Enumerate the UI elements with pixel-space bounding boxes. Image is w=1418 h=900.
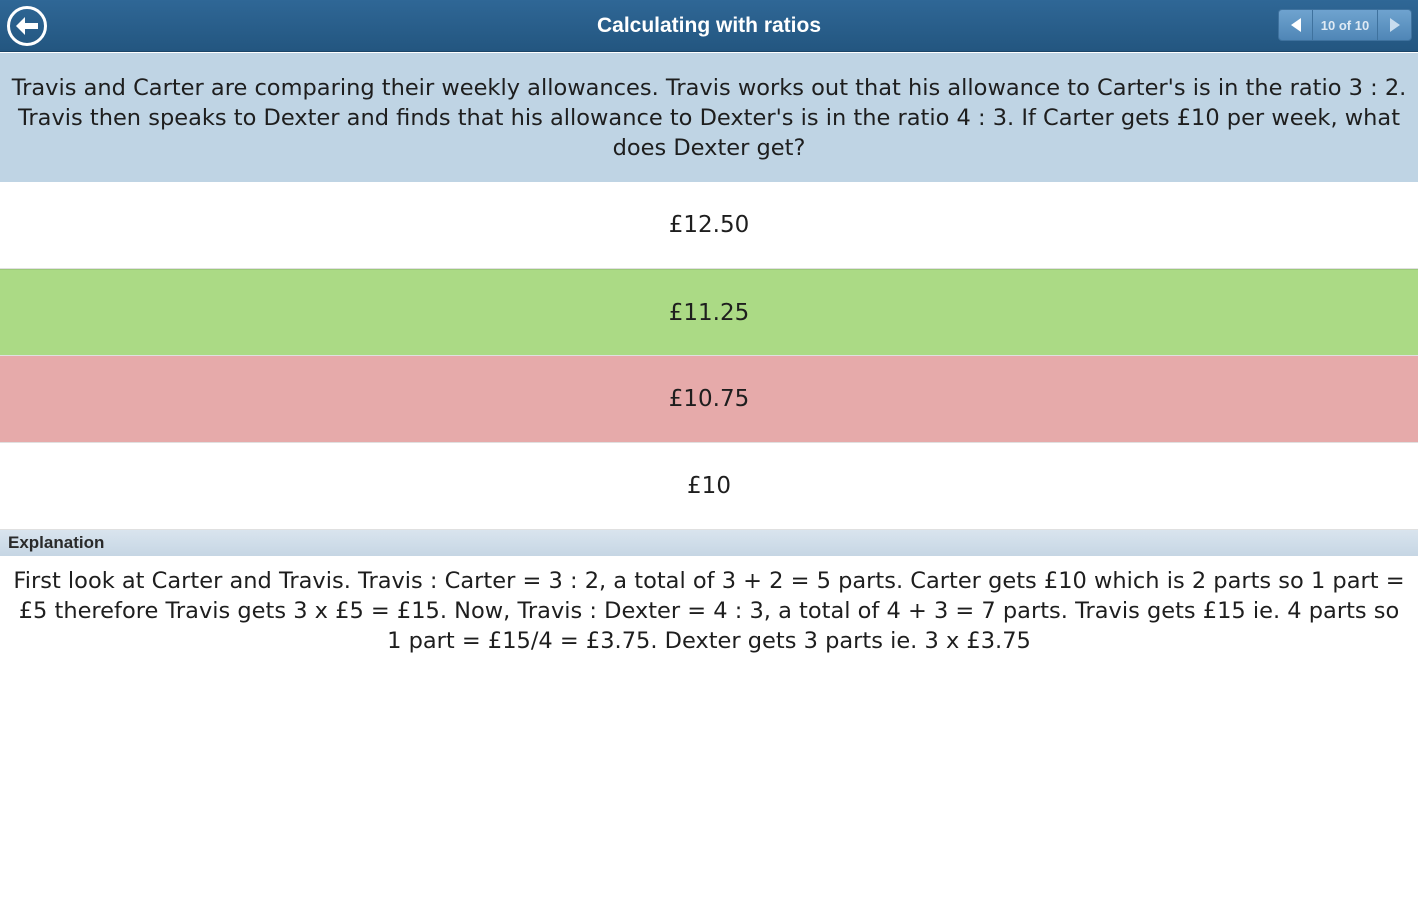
answer-option-3-incorrect[interactable]: £10.75: [0, 356, 1418, 443]
back-arrow-icon[interactable]: [7, 6, 47, 46]
explanation-text: First look at Carter and Travis. Travis …: [13, 568, 1405, 654]
question-text: Travis and Carter are comparing their we…: [11, 74, 1407, 161]
answer-option-2-correct[interactable]: £11.25: [0, 269, 1418, 356]
triangle-right-icon[interactable]: [1377, 10, 1411, 40]
answer-option-1[interactable]: £12.50: [0, 182, 1418, 269]
explanation-heading: Explanation: [0, 530, 1418, 556]
pager-counter: 10 of 10: [1320, 17, 1370, 33]
page-title: Calculating with ratios: [596, 14, 822, 37]
answer-option-4[interactable]: £10: [0, 443, 1418, 530]
title-bar: Calculating with ratios 10 of 10: [0, 0, 1418, 52]
triangle-left-icon[interactable]: [1279, 10, 1313, 40]
question-pager: 10 of 10: [1278, 9, 1412, 41]
question-panel: Travis and Carter are comparing their we…: [0, 53, 1418, 182]
